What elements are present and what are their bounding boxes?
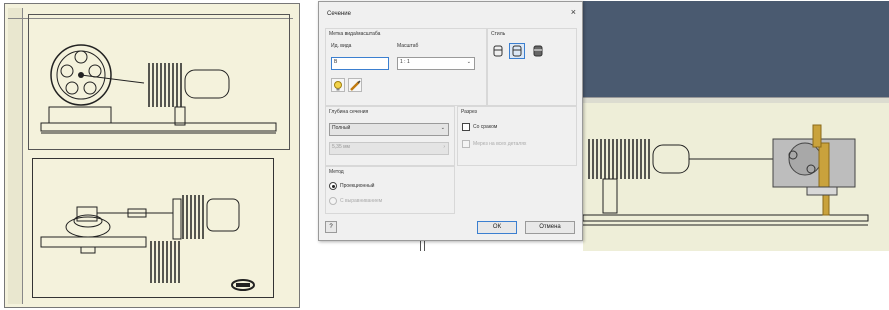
section-depth-distance: 5,35 мм xyxy=(332,144,350,150)
method-aligned-label: С выравниванием xyxy=(340,198,383,204)
cut-group xyxy=(457,106,577,166)
method-aligned-radio[interactable] xyxy=(329,197,337,205)
stirling-engine-top-view xyxy=(40,195,255,291)
drawing-view-top[interactable] xyxy=(28,14,290,150)
edit-pencil-icon[interactable] xyxy=(348,78,362,92)
method-group xyxy=(325,166,455,214)
view-id-label: Ид. вида xyxy=(331,43,352,49)
method-group-title: Метод xyxy=(329,169,344,175)
scale-label: Масштаб xyxy=(397,43,419,49)
section-depth-title: Глубина сечения xyxy=(329,109,369,115)
ok-button[interactable]: ОК xyxy=(477,221,517,234)
close-icon[interactable]: × xyxy=(571,7,576,17)
cut-all-parts-checkbox[interactable] xyxy=(462,140,470,148)
view-label-group-title: Метка вида/масштаба xyxy=(329,31,381,37)
cut-group-title: Разрез xyxy=(461,109,477,115)
model-viewport[interactable] xyxy=(583,1,889,251)
sheet-border-ruler xyxy=(8,8,23,304)
cancel-button[interactable]: Отмена xyxy=(525,221,575,234)
style-hidden-lines-icon[interactable] xyxy=(491,44,505,58)
chevron-down-icon: ⌄ xyxy=(440,125,445,131)
viewport-edge-mark xyxy=(420,241,425,251)
stirling-engine-model xyxy=(583,124,869,226)
section-depth-distance-input: 5,35 мм › xyxy=(329,142,449,155)
method-projected-label: Проекционный xyxy=(340,183,375,189)
chevron-down-icon: ⌄ xyxy=(466,59,471,65)
drawing-view-bottom[interactable] xyxy=(32,158,274,298)
method-projected-radio[interactable] xyxy=(329,182,337,190)
visibility-bulb-icon[interactable] xyxy=(331,78,345,92)
viewport-dark-background xyxy=(583,1,889,97)
style-group xyxy=(487,28,577,106)
view-id-input[interactable]: B xyxy=(331,57,389,70)
section-view-dialog[interactable]: Сечение × Метка вида/масштаба Ид. вида B… xyxy=(318,1,583,241)
cut-checkbox-label: Со сраком xyxy=(473,124,498,130)
help-button[interactable]: ? xyxy=(325,221,337,233)
style-visible-lines-icon[interactable] xyxy=(509,43,525,59)
stirling-engine-front-view xyxy=(40,44,277,134)
scale-value: 1 : 1 xyxy=(400,59,410,65)
cut-all-parts-label: Мерез на всех деталях xyxy=(473,141,527,147)
section-depth-select[interactable]: Полный ⌄ xyxy=(329,123,449,136)
section-depth-group xyxy=(325,106,455,166)
style-shaded-icon[interactable] xyxy=(531,44,545,58)
scale-select[interactable]: 1 : 1 ⌄ xyxy=(397,57,475,70)
chevron-right-icon: › xyxy=(443,144,445,150)
dialog-title: Сечение xyxy=(327,11,351,17)
section-depth-value: Полный xyxy=(332,125,351,131)
cut-checkbox[interactable] xyxy=(462,123,470,131)
style-group-title: Стиль xyxy=(491,31,506,37)
